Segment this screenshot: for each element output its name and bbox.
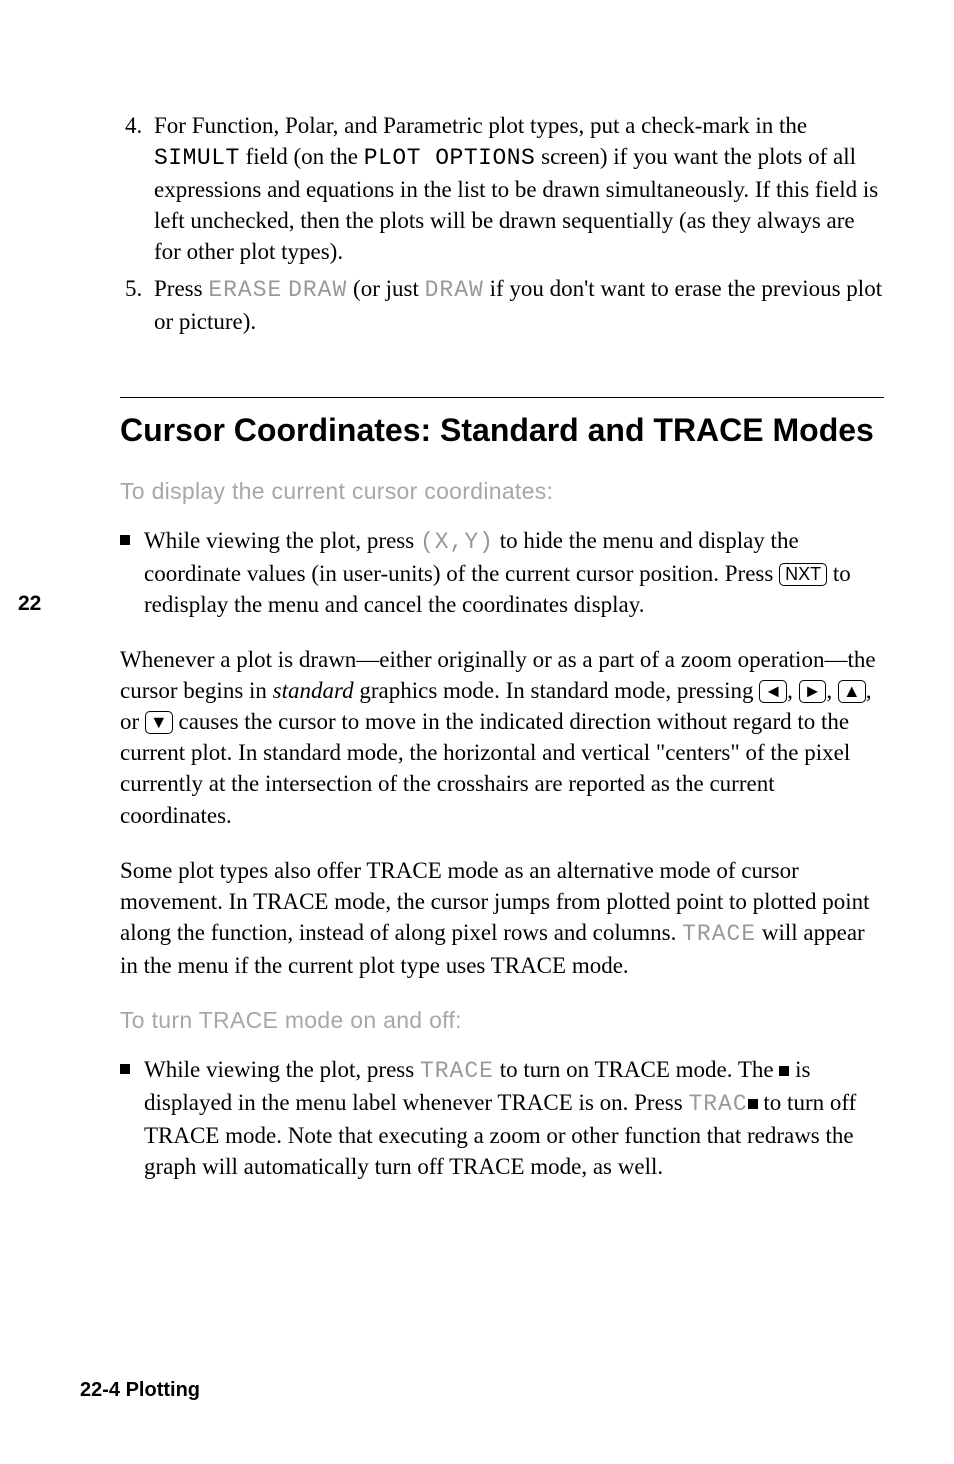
xy-softkey: (X,Y)	[420, 529, 494, 555]
trac-softkey: TRAC	[688, 1091, 747, 1117]
up-arrow-key: ▲	[838, 680, 866, 703]
section-rule	[120, 397, 884, 398]
text: to turn on TRACE mode. The	[494, 1057, 779, 1082]
step-5: Press ERASE DRAW (or just DRAW if you do…	[148, 273, 884, 337]
page-footer: 22-4 Plotting	[80, 1377, 200, 1404]
trace-softkey: TRACE	[682, 921, 756, 947]
text: While viewing the plot, press	[144, 1057, 420, 1082]
draw-softkey: DRAW	[425, 277, 484, 303]
paragraph-trace-mode: Some plot types also offer TRACE mode as…	[120, 855, 884, 981]
section-heading: Cursor Coordinates: Standard and TRACE M…	[120, 412, 884, 450]
standard-emphasis: standard	[273, 678, 354, 703]
trace-indicator-icon	[748, 1099, 758, 1109]
side-chapter-tab: 22	[18, 590, 41, 618]
simult-field: SIMULT	[154, 145, 240, 171]
text: graphics mode. In standard mode, pressin…	[354, 678, 760, 703]
bullet-list: While viewing the plot, press TRACE to t…	[120, 1054, 884, 1182]
trace-indicator-icon	[779, 1066, 789, 1076]
text: (or just	[347, 276, 424, 301]
paragraph-standard-mode: Whenever a plot is drawn—either original…	[120, 644, 884, 830]
page: 22 For Function, Polar, and Parametric p…	[0, 0, 954, 1464]
subheading-trace-toggle: To turn TRACE mode on and off:	[120, 1005, 884, 1036]
list-item: While viewing the plot, press TRACE to t…	[120, 1054, 884, 1182]
subheading-display-coords: To display the current cursor coordinate…	[120, 476, 884, 507]
step-4: For Function, Polar, and Parametric plot…	[148, 110, 884, 267]
text: For Function, Polar, and Parametric plot…	[154, 113, 807, 138]
erase-softkey: ERASE	[208, 277, 282, 303]
text: While viewing the plot, press	[144, 528, 420, 553]
numbered-steps: For Function, Polar, and Parametric plot…	[120, 110, 884, 337]
list-item: While viewing the plot, press (X,Y) to h…	[120, 525, 884, 620]
plot-options-screen: PLOT OPTIONS	[364, 145, 536, 171]
draw-softkey: DRAW	[288, 277, 347, 303]
trace-softkey: TRACE	[420, 1058, 494, 1084]
bullet-list: While viewing the plot, press (X,Y) to h…	[120, 525, 884, 620]
right-arrow-key: ►	[799, 680, 827, 703]
left-arrow-key: ◄	[759, 680, 787, 703]
text: Press	[154, 276, 208, 301]
text: field (on the	[240, 144, 364, 169]
text: causes the cursor to move in the indicat…	[120, 709, 850, 827]
down-arrow-key: ▼	[145, 711, 173, 734]
nxt-key: NXT	[779, 563, 827, 586]
